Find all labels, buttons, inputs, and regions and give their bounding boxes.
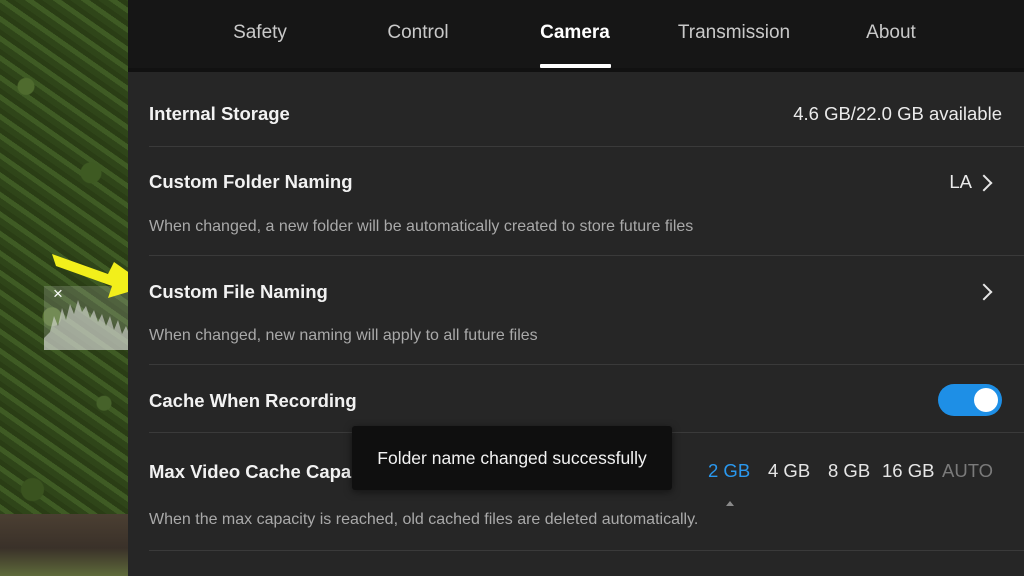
divider (149, 364, 1024, 365)
custom-folder-naming-description: When changed, a new folder will be autom… (149, 218, 694, 235)
chevron-right-icon (975, 283, 993, 301)
custom-file-naming-description: When changed, new naming will apply to a… (149, 327, 538, 344)
cache-option-4gb[interactable]: 4 GB (768, 460, 810, 482)
chevron-right-icon (975, 174, 993, 192)
cache-option-16gb[interactable]: 16 GB (882, 460, 934, 482)
toggle-knob (974, 388, 998, 412)
cache-option-auto[interactable]: AUTO (942, 460, 994, 482)
max-video-cache-capacity-description: When the max capacity is reached, old ca… (149, 511, 699, 528)
divider (149, 550, 1024, 551)
selected-option-marker (726, 501, 734, 506)
active-tab-indicator (540, 64, 611, 68)
custom-folder-naming-row[interactable]: Custom Folder Naming LA When changed, a … (128, 147, 1024, 255)
cache-option-2gb[interactable]: 2 GB (708, 460, 750, 482)
custom-folder-naming-label: Custom Folder Naming (149, 171, 353, 192)
tab-bar: Safety Control Camera Transmission About (128, 0, 1024, 72)
cache-when-recording-toggle[interactable] (938, 384, 1002, 416)
cache-when-recording-label: Cache When Recording (149, 390, 357, 411)
tab-control[interactable]: Control (368, 22, 468, 52)
tab-transmission[interactable]: Transmission (664, 22, 804, 52)
tab-safety[interactable]: Safety (210, 22, 310, 52)
internal-storage-label: Internal Storage (149, 103, 290, 124)
custom-file-naming-label: Custom File Naming (149, 281, 328, 302)
toast-notification: Folder name changed successfully (352, 426, 672, 490)
internal-storage-value: 4.6 GB/22.0 GB available (793, 103, 1002, 124)
cache-option-8gb[interactable]: 8 GB (828, 460, 870, 482)
tab-about[interactable]: About (841, 22, 941, 52)
tab-camera[interactable]: Camera (525, 22, 625, 52)
custom-folder-naming-value: LA (949, 171, 972, 192)
live-view-ground (0, 514, 130, 576)
custom-file-naming-row[interactable]: Custom File Naming When changed, new nam… (128, 256, 1024, 364)
max-video-cache-capacity-label: Max Video Cache Capacity (149, 461, 384, 482)
